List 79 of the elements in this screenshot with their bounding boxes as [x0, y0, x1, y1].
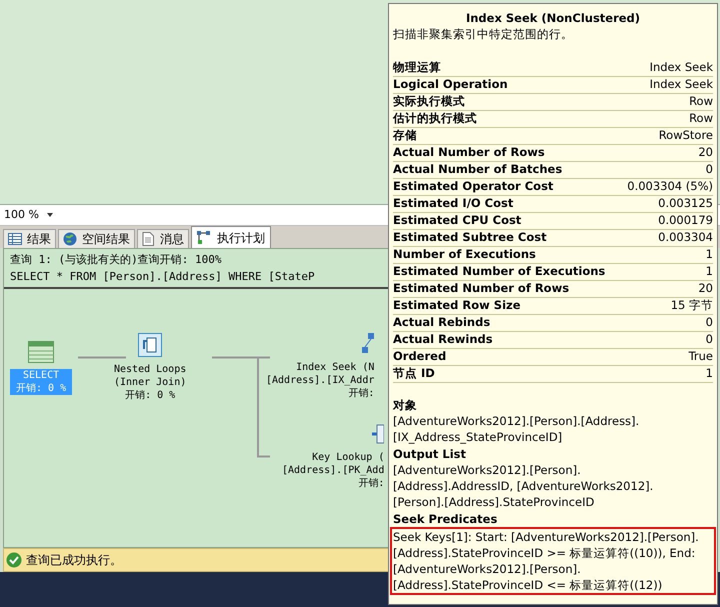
- node-label: [Address].[PK_Add: [282, 464, 384, 477]
- node-label: [Address].[IX_Addr: [266, 374, 374, 387]
- plan-node[interactable]: Key Lookup ( [Address].[PK_Add 开销:: [282, 423, 384, 490]
- document-icon: [142, 232, 155, 246]
- success-check-icon: [6, 552, 22, 568]
- property-value: Row: [689, 93, 713, 110]
- property-label: Estimated Row Size: [393, 297, 521, 314]
- connector-line: [78, 356, 126, 359]
- dropdown-caret-icon: [46, 213, 53, 217]
- property-label: Actual Number of Batches: [393, 161, 562, 178]
- node-label: Nested Loops: [114, 363, 186, 376]
- result-tab[interactable]: 执行计划: [191, 226, 271, 248]
- globe-icon: [63, 232, 77, 246]
- property-value: 15 字节: [670, 297, 713, 314]
- property-value: 0: [706, 161, 713, 178]
- plan-icon: [197, 230, 211, 244]
- section-text: Seek Keys[1]: Start: [AdventureWorks2012].[Person]. [Address].StateProvinceID >= 标量运算符((10)), End: [AdventureWorks2012].[Person]. [Address].StateProvinceID <= 标量运算符((12)): [390, 527, 716, 595]
- property-label: Estimated CPU Cost: [393, 212, 522, 230]
- property-value: RowStore: [658, 127, 713, 144]
- property-value: 0.000179: [658, 212, 713, 230]
- property-label: 存储: [393, 127, 417, 144]
- plan-header-text: 查询 1: (与该批有关的)查询开销: 100%: [10, 252, 222, 268]
- property-label: 估计的执行模式: [393, 110, 477, 128]
- property-label: 物理运算: [393, 59, 441, 76]
- tooltip-title: Index Seek (NonClustered): [464, 10, 642, 26]
- property-value: 0.003125: [658, 195, 713, 212]
- plan-header-text: SELECT * FROM [Person].[Address] WHERE [StateP: [10, 269, 315, 285]
- node-label: Key Lookup (: [312, 451, 384, 464]
- property-value: Index Seek: [650, 59, 713, 76]
- section-heading: Seek Predicates: [393, 511, 498, 527]
- node-label: 开销:: [358, 477, 384, 490]
- property-value: 0.003304 (5%): [627, 178, 713, 196]
- property-value: 1: [706, 365, 713, 382]
- zoom-dropdown[interactable]: 100 %: [0, 206, 62, 224]
- node-label: 开销: 0 %: [16, 382, 66, 395]
- property-label: Actual Number of Rows: [393, 144, 545, 162]
- tooltip-description: 扫描非聚集索引中特定范围的行。: [393, 26, 574, 42]
- result-tab[interactable]: 空间结果: [58, 229, 135, 248]
- plan-node[interactable]: Nested Loops (Inner Join) 开销: 0 %: [114, 333, 186, 402]
- result-grid-icon: [28, 341, 54, 363]
- plan-node[interactable]: Index Seek (N [Address].[IX_Addr 开销:: [266, 333, 374, 400]
- property-label: Estimated I/O Cost: [393, 195, 514, 212]
- property-label: Number of Executions: [393, 246, 536, 264]
- section-heading: 对象: [393, 397, 418, 413]
- property-label: Estimated Number of Executions: [393, 263, 606, 280]
- section-heading: Output List: [393, 446, 467, 462]
- property-label: Actual Rewinds: [393, 331, 493, 348]
- property-label: Estimated Subtree Cost: [393, 229, 547, 246]
- property-value: Index Seek: [650, 76, 713, 94]
- property-value: True: [688, 348, 713, 366]
- node-label: 开销: 0 %: [125, 389, 176, 402]
- property-label: Estimated Number of Rows: [393, 280, 570, 298]
- node-label: SELECT: [22, 369, 60, 382]
- property-value: 0.003304: [658, 229, 713, 246]
- node-label: Index Seek (N: [296, 361, 374, 374]
- property-value: 0: [706, 314, 713, 332]
- index-tree-icon: [362, 333, 374, 355]
- node-label: (Inner Join): [114, 376, 186, 389]
- table-icon: [8, 233, 22, 245]
- section-text: [AdventureWorks2012].[Person].[Address]. [IX_Address_StateProvinceID]: [393, 413, 640, 445]
- property-label: Estimated Operator Cost: [393, 178, 554, 196]
- property-value: 20: [698, 144, 713, 162]
- status-text: 查询已成功执行。: [26, 552, 122, 569]
- property-label: 实际执行模式: [393, 93, 465, 110]
- property-value: Row: [689, 110, 713, 128]
- property-value: 0: [706, 331, 713, 348]
- result-tab[interactable]: 消息: [137, 229, 189, 248]
- result-tab[interactable]: 结果: [3, 229, 56, 248]
- property-label: Ordered: [393, 348, 446, 366]
- loop-icon: [138, 333, 162, 357]
- property-value: 1: [706, 263, 713, 280]
- property-value: 1: [706, 246, 713, 264]
- lookup-icon: [372, 423, 384, 445]
- property-label: Logical Operation: [393, 76, 508, 94]
- node-label: 开销:: [348, 387, 374, 400]
- property-value: 20: [698, 280, 713, 298]
- section-text: [AdventureWorks2012].[Person]. [Address].AddressID, [AdventureWorks2012]. [Person].[Address].StateProvinceID: [393, 462, 654, 510]
- property-label: 节点 ID: [393, 365, 435, 382]
- property-label: Actual Rebinds: [393, 314, 490, 332]
